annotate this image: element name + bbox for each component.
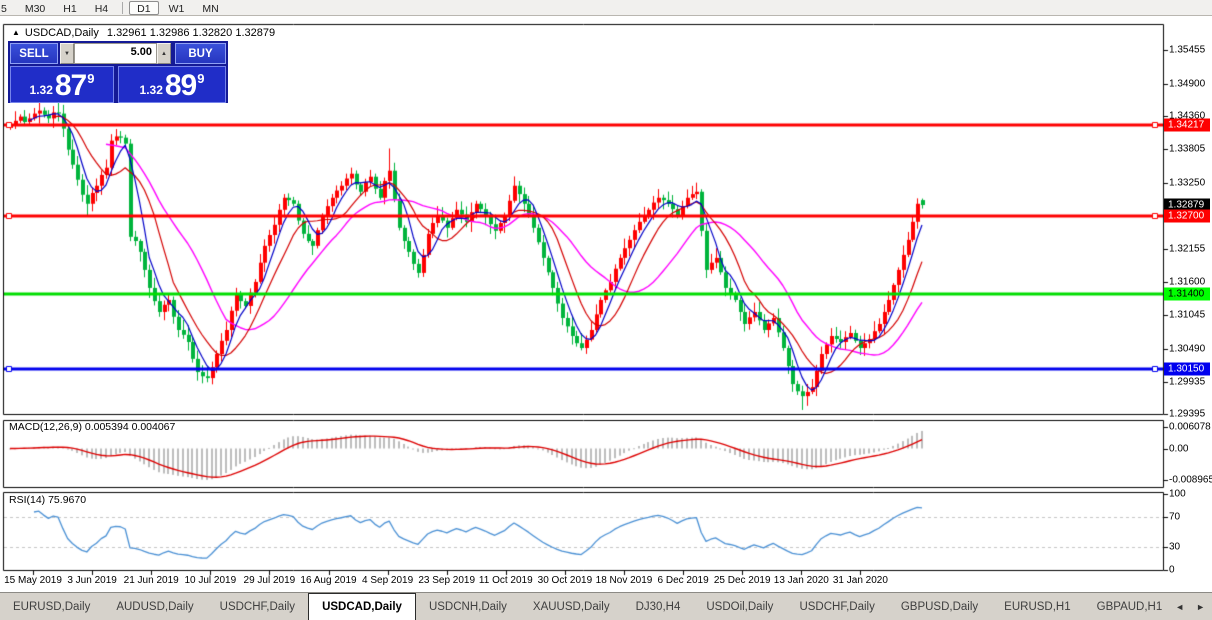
rsi-indicator-label: RSI(14) 75.9670 bbox=[9, 494, 86, 506]
sell-price-small: 1.32 bbox=[30, 83, 53, 97]
price-badge-1.31400: 1.31400 bbox=[1164, 287, 1210, 300]
volume-input[interactable]: 5.00 bbox=[74, 43, 157, 64]
tab-usdchf-daily[interactable]: USDCHF,Daily bbox=[786, 593, 887, 620]
tab-audusd-daily[interactable]: AUDUSD,Daily bbox=[103, 593, 206, 620]
price-axis-label: 1.29395 bbox=[1169, 409, 1205, 420]
tab-usdchf-daily[interactable]: USDCHF,Daily bbox=[207, 593, 308, 620]
scroll-right-button[interactable]: ► bbox=[1196, 602, 1205, 612]
one-click-trade-panel: SELL ▼ 5.00 ▲ BUY 1.32 87 9 1.32 89 9 bbox=[8, 41, 228, 103]
buy-price-small: 1.32 bbox=[140, 83, 163, 97]
tab-usdcad-daily[interactable]: USDCAD,Daily bbox=[308, 593, 416, 620]
chart-ohlc-values: 1.32961 1.32986 1.32820 1.32879 bbox=[107, 27, 275, 39]
macd-indicator-label: MACD(12,26,9) 0.005394 0.004067 bbox=[9, 421, 175, 433]
tab-eurusd-h1[interactable]: EURUSD,H1 bbox=[991, 593, 1083, 620]
date-label: 31 Jan 2020 bbox=[833, 575, 888, 586]
price-axis-label: 1.29935 bbox=[1169, 376, 1205, 387]
volume-stepper: ▼ 5.00 ▲ bbox=[60, 43, 171, 64]
volume-increase-button[interactable]: ▲ bbox=[157, 43, 171, 64]
buy-price-big: 89 bbox=[165, 72, 196, 100]
tab-gbpaud-h1[interactable]: GBPAUD,H1 bbox=[1084, 593, 1176, 620]
buy-price-sup: 9 bbox=[197, 71, 204, 86]
terminal-window: 5M30H1H4D1W1MN ▲USDCAD,Daily1.32961 1.32… bbox=[0, 0, 1212, 620]
chevron-down-icon: ▼ bbox=[64, 51, 70, 57]
date-label: 3 Jun 2019 bbox=[67, 575, 117, 586]
price-axis-label: 1.30490 bbox=[1169, 343, 1205, 354]
sell-button[interactable]: SELL bbox=[10, 43, 58, 64]
buy-button[interactable]: BUY bbox=[175, 43, 226, 64]
date-label: 18 Nov 2019 bbox=[596, 575, 653, 586]
price-badge-1.34217: 1.34217 bbox=[1164, 118, 1210, 131]
date-label: 30 Oct 2019 bbox=[538, 575, 592, 586]
volume-decrease-button[interactable]: ▼ bbox=[60, 43, 74, 64]
date-label: 15 May 2019 bbox=[4, 575, 62, 586]
price-axis-label: 1.34900 bbox=[1169, 78, 1205, 89]
chevron-up-icon: ▲ bbox=[161, 51, 167, 57]
symbol-triangle-icon: ▲ bbox=[12, 28, 20, 37]
chart-symbol-label: USDCAD,Daily bbox=[25, 27, 99, 39]
date-label: 21 Jun 2019 bbox=[124, 575, 179, 586]
price-axis-label: 1.33250 bbox=[1169, 177, 1205, 188]
rsi-axis-label: 70 bbox=[1169, 511, 1180, 522]
tab-usdoil-daily[interactable]: USDOil,Daily bbox=[693, 593, 786, 620]
date-label: 13 Jan 2020 bbox=[774, 575, 829, 586]
tab-usdcnh-daily[interactable]: USDCNH,Daily bbox=[416, 593, 520, 620]
chart-title: ▲ USDCAD,Daily 1.32961 1.32986 1.32820 1.3… bbox=[12, 27, 275, 39]
sell-price-big: 87 bbox=[55, 72, 86, 100]
date-label: 25 Dec 2019 bbox=[714, 575, 771, 586]
tab-xauusd-daily[interactable]: XAUUSD,Daily bbox=[520, 593, 623, 620]
date-label: 23 Sep 2019 bbox=[418, 575, 475, 586]
sell-price-sup: 9 bbox=[87, 71, 94, 86]
date-label: 10 Jul 2019 bbox=[184, 575, 236, 586]
price-axis-label: 1.31600 bbox=[1169, 276, 1205, 287]
macd-axis-label: 0.006078 bbox=[1169, 421, 1211, 432]
rsi-axis-label: 30 bbox=[1169, 542, 1180, 553]
price-axis-label: 1.31045 bbox=[1169, 310, 1205, 321]
date-label: 29 Jul 2019 bbox=[244, 575, 296, 586]
buy-price-display[interactable]: 1.32 89 9 bbox=[118, 66, 226, 103]
price-axis-label: 1.33805 bbox=[1169, 144, 1205, 155]
tab-dj30-h4[interactable]: DJ30,H4 bbox=[623, 593, 694, 620]
symbol-tab-bar: EURUSD,DailyAUDUSD,DailyUSDCHF,DailyUSDC… bbox=[0, 592, 1212, 620]
date-label: 4 Sep 2019 bbox=[362, 575, 413, 586]
tab-eurusd-daily[interactable]: EURUSD,Daily bbox=[0, 593, 103, 620]
scroll-left-button[interactable]: ◄ bbox=[1175, 602, 1184, 612]
tab-scroll-controls: ◄► bbox=[1175, 593, 1212, 620]
price-axis-label: 1.32155 bbox=[1169, 243, 1205, 254]
macd-axis-label: 0.00 bbox=[1169, 443, 1188, 454]
date-label: 11 Oct 2019 bbox=[479, 575, 533, 586]
rsi-axis-label: 0 bbox=[1169, 565, 1175, 576]
date-label: 16 Aug 2019 bbox=[300, 575, 356, 586]
macd-axis-label: -0.008965 bbox=[1169, 475, 1212, 486]
price-badge-1.32700: 1.32700 bbox=[1164, 209, 1210, 222]
date-label: 6 Dec 2019 bbox=[658, 575, 709, 586]
price-badge-1.30150: 1.30150 bbox=[1164, 363, 1210, 376]
rsi-axis-label: 100 bbox=[1169, 489, 1186, 500]
sell-price-display[interactable]: 1.32 87 9 bbox=[10, 66, 114, 103]
price-axis-label: 1.35455 bbox=[1169, 45, 1205, 56]
tab-gbpusd-daily[interactable]: GBPUSD,Daily bbox=[888, 593, 991, 620]
